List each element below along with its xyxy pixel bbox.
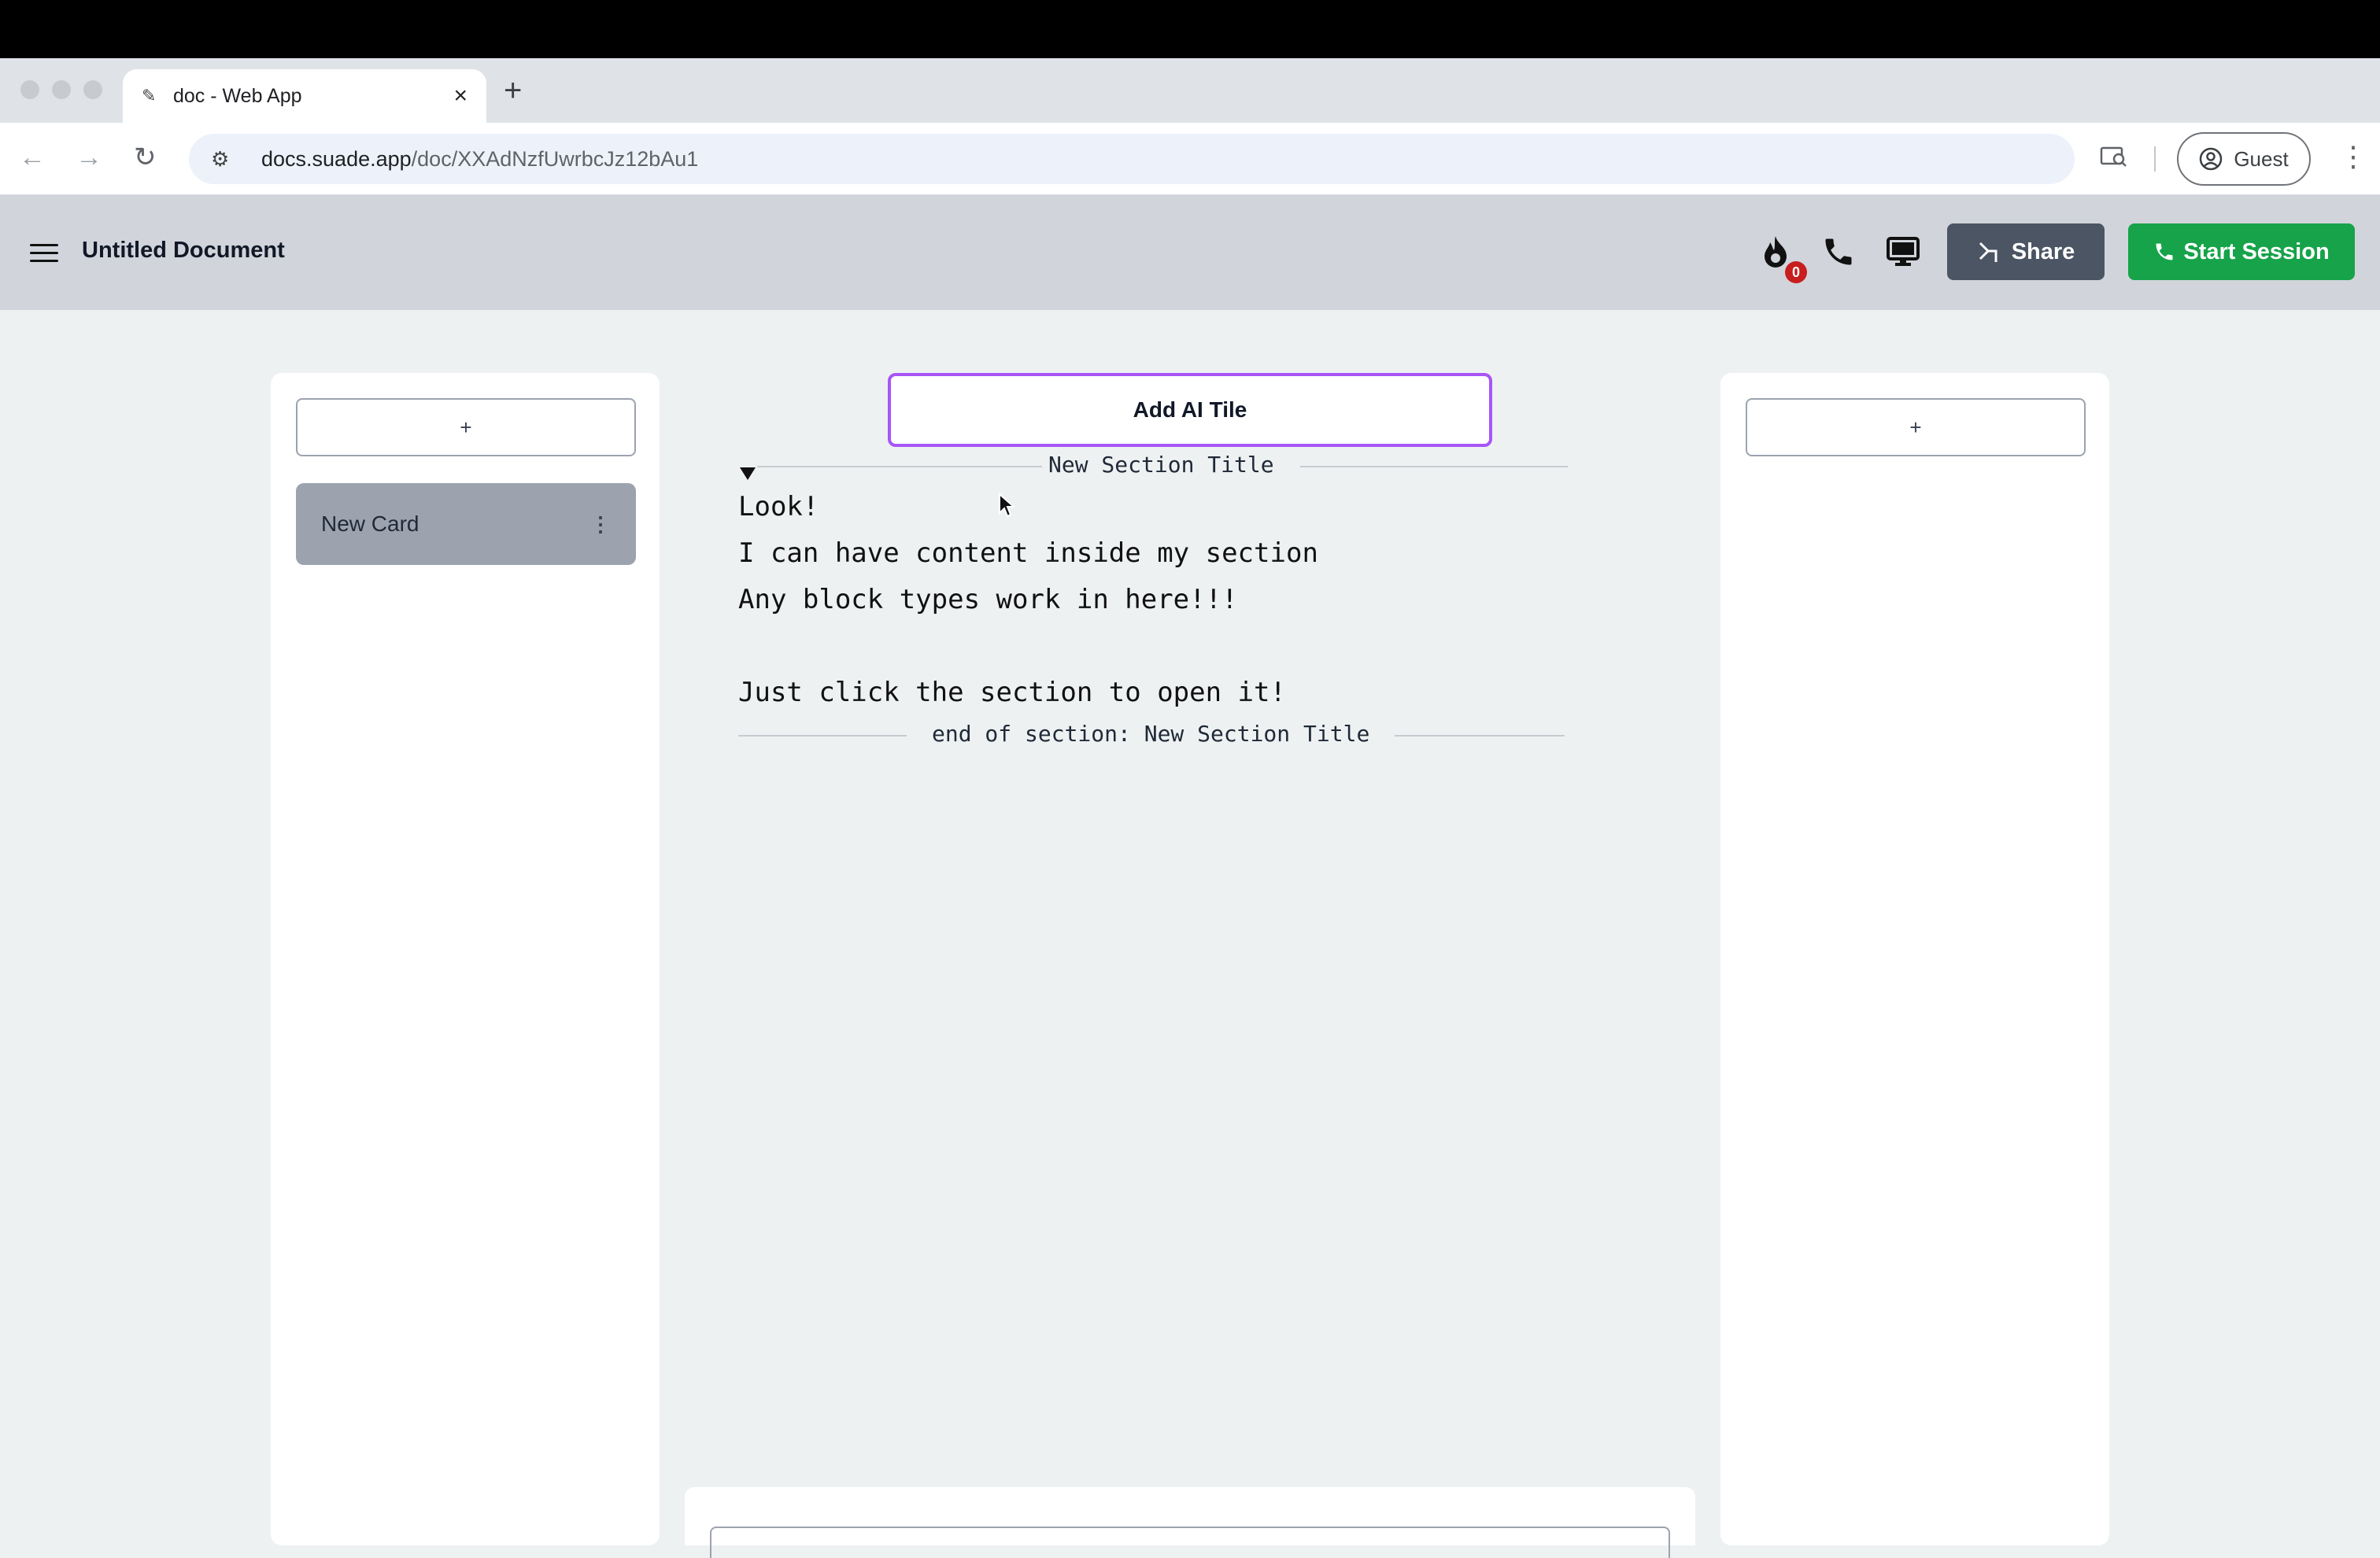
add-ai-tile-button[interactable]: Add AI Tile — [888, 373, 1492, 447]
new-tab-button[interactable]: + — [504, 71, 522, 110]
hamburger-menu-icon[interactable] — [30, 244, 58, 263]
address-bar[interactable]: ⚙ docs.suade.app/doc/XXAdNzfUwrbcJz12bAu… — [189, 134, 2075, 184]
left-card-panel: + New Card ⋮ — [271, 373, 660, 1545]
window-close-control[interactable] — [20, 80, 39, 99]
share-label: Share — [2011, 238, 2075, 264]
browser-menu-icon[interactable]: ⋮ — [2339, 140, 2367, 173]
add-card-button[interactable]: + — [296, 398, 636, 456]
section-content-line[interactable]: I can have content inside my section — [738, 537, 1318, 569]
browser-tab-strip: ✎ doc - Web App × + — [0, 58, 2380, 123]
section-content-line[interactable]: Any block types work in here!!! — [738, 584, 1238, 615]
section-title[interactable]: New Section Title — [1048, 452, 1274, 478]
phone-icon — [2156, 243, 2173, 260]
section-rule-right — [1300, 466, 1568, 467]
section-content-line[interactable]: Just click the section to open it! — [738, 677, 1286, 708]
site-settings-icon[interactable]: ⚙ — [211, 147, 261, 172]
streak-count-badge: 0 — [1785, 261, 1807, 283]
section-end-rule-left — [738, 735, 907, 737]
card-more-icon[interactable]: ⋮ — [590, 512, 611, 537]
pen-favicon-icon: ✎ — [142, 86, 157, 105]
tab-close-icon[interactable]: × — [453, 83, 468, 109]
profile-avatar-icon — [2200, 147, 2223, 171]
profile-label: Guest — [2234, 146, 2289, 171]
forward-arrow-icon[interactable]: → — [76, 142, 102, 173]
section-collapse-icon[interactable] — [740, 467, 756, 480]
os-menu-bar — [0, 0, 2380, 58]
section-header[interactable]: New Section Title — [737, 452, 1568, 480]
share-button[interactable]: Share — [1947, 223, 2105, 280]
share-arrow-icon — [1979, 242, 1998, 262]
reload-icon[interactable]: ↻ — [134, 142, 157, 173]
monitor-icon[interactable] — [1881, 230, 1925, 274]
window-minimize-control[interactable] — [52, 80, 71, 99]
section-end-label: end of section: New Section Title — [932, 721, 1370, 747]
right-panel: + — [1720, 373, 2109, 1545]
browser-toolbar: ← → ↻ ⚙ docs.suade.app/doc/XXAdNzfUwrbcJ… — [0, 123, 2380, 195]
app-header: Untitled Document 0 Share Start Session — [0, 195, 2380, 310]
search-tab-icon[interactable] — [2100, 145, 2128, 175]
add-right-item-button[interactable]: + — [1746, 398, 2086, 456]
card-title: New Card — [321, 511, 419, 536]
start-session-label: Start Session — [2183, 238, 2330, 264]
section-rule-left — [757, 466, 1042, 467]
section-content-line[interactable]: Look! — [738, 491, 819, 522]
toolbar-divider — [2154, 146, 2156, 172]
start-session-button[interactable]: Start Session — [2128, 223, 2355, 280]
card-item[interactable]: New Card ⋮ — [296, 483, 636, 565]
bottom-panel — [685, 1487, 1695, 1558]
phone-icon[interactable] — [1816, 230, 1861, 274]
browser-tab[interactable]: ✎ doc - Web App × — [123, 69, 486, 123]
tab-title: doc - Web App — [173, 84, 302, 107]
url-text: docs.suade.app/doc/XXAdNzfUwrbcJz12bAu1 — [261, 146, 699, 171]
bottom-input-field[interactable] — [710, 1527, 1670, 1558]
section-end-rule-right — [1395, 735, 1565, 737]
window-zoom-control[interactable] — [83, 80, 102, 99]
document-title[interactable]: Untitled Document — [82, 238, 285, 264]
section-end-marker: end of section: New Section Title — [737, 721, 1568, 749]
profile-button[interactable]: Guest — [2177, 132, 2311, 186]
back-arrow-icon[interactable]: ← — [19, 142, 46, 173]
